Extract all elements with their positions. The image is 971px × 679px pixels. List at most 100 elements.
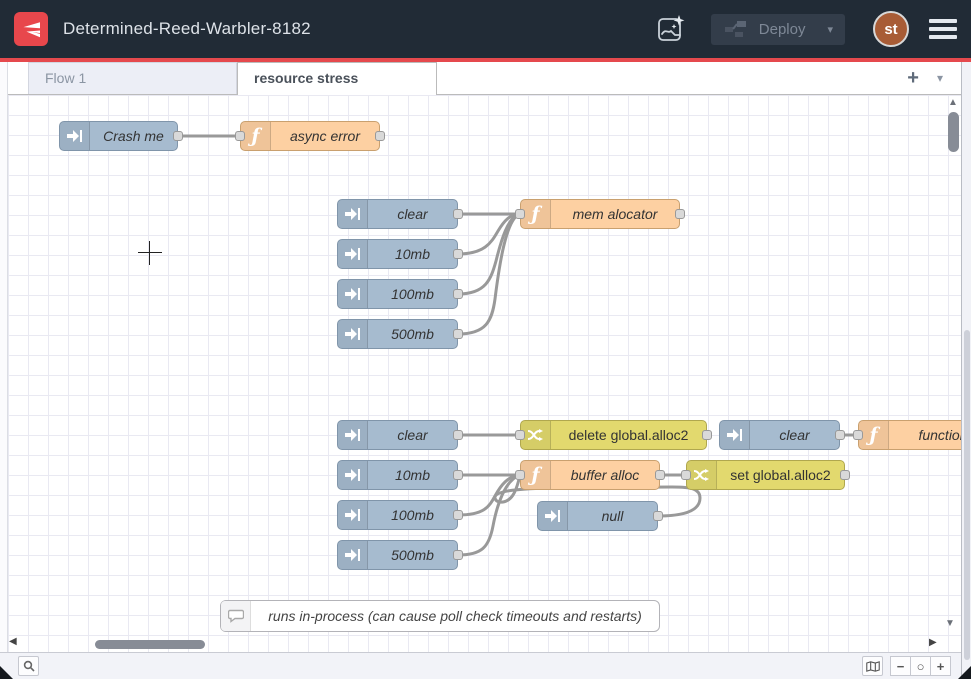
zoom-reset-button[interactable]: ○ <box>910 656 931 676</box>
corner-resize-handle-left <box>0 666 13 679</box>
user-avatar[interactable]: st <box>873 11 909 47</box>
inject-icon <box>60 122 90 150</box>
vscroll-thumb[interactable] <box>948 112 959 152</box>
inject-icon <box>538 502 568 530</box>
input-port[interactable] <box>681 470 691 480</box>
search-flows-button[interactable] <box>18 656 39 676</box>
output-port[interactable] <box>702 430 712 440</box>
inject-icon <box>338 200 368 228</box>
node-inject-null[interactable]: null <box>537 501 658 531</box>
node-function-function[interactable]: ƒ function <box>858 420 961 450</box>
change-icon <box>521 421 551 449</box>
node-inject-500mb-2[interactable]: 500mb <box>337 540 458 570</box>
output-port[interactable] <box>675 209 685 219</box>
app-logo-icon[interactable] <box>14 12 48 46</box>
output-port[interactable] <box>655 470 665 480</box>
input-port[interactable] <box>853 430 863 440</box>
output-port[interactable] <box>840 470 850 480</box>
node-label: clear <box>750 421 839 449</box>
node-label: buffer alloc <box>551 461 659 489</box>
output-port[interactable] <box>173 131 183 141</box>
page-scrollbar-thumb[interactable] <box>964 330 970 660</box>
workspace-tabbar: Flow 1 resource stress + ▾ <box>0 62 961 95</box>
hscroll-right-arrow[interactable]: ▶ <box>929 637 937 648</box>
flow-list-caret-icon[interactable]: ▾ <box>937 71 943 85</box>
header-bar: Determined-Reed-Warbler-8182 Deploy ▾ st <box>0 0 971 58</box>
zoom-in-button[interactable]: + <box>930 656 951 676</box>
function-icon: ƒ <box>859 421 889 449</box>
node-inject-clear-3[interactable]: clear <box>719 420 840 450</box>
hscroll-thumb[interactable] <box>95 640 205 649</box>
node-inject-100mb-2[interactable]: 100mb <box>337 500 458 530</box>
node-function-mem-alocator[interactable]: ƒ mem alocator <box>520 199 680 229</box>
output-port[interactable] <box>453 510 463 520</box>
node-label: 10mb <box>368 240 457 268</box>
node-change-set-global-alloc2[interactable]: set global.alloc2 <box>686 460 845 490</box>
tab-resource-stress[interactable]: resource stress <box>237 62 437 95</box>
function-icon: ƒ <box>521 200 551 228</box>
output-port[interactable] <box>453 209 463 219</box>
function-icon: ƒ <box>521 461 551 489</box>
node-function-buffer-alloc[interactable]: ƒ buffer alloc <box>520 460 660 490</box>
inject-icon <box>338 320 368 348</box>
node-change-delete-global-alloc2[interactable]: delete global.alloc2 <box>520 420 707 450</box>
node-comment[interactable]: runs in-process (can cause poll check ti… <box>220 600 660 632</box>
node-label: 100mb <box>368 280 457 308</box>
node-inject-100mb-1[interactable]: 100mb <box>337 279 458 309</box>
node-inject-10mb-2[interactable]: 10mb <box>337 460 458 490</box>
node-label: 100mb <box>368 501 457 529</box>
navigator-toggle-button[interactable] <box>862 656 883 676</box>
deploy-options-caret-icon[interactable]: ▾ <box>827 23 833 36</box>
crosshair-cursor <box>138 241 162 265</box>
node-inject-clear-1[interactable]: clear <box>337 199 458 229</box>
hscroll-left-arrow[interactable]: ◀ <box>9 636 17 647</box>
main-menu-icon[interactable] <box>929 19 957 39</box>
node-label: function <box>889 421 961 449</box>
output-port[interactable] <box>653 511 663 521</box>
input-port[interactable] <box>515 209 525 219</box>
node-label: null <box>568 502 657 530</box>
function-icon: ƒ <box>241 122 271 150</box>
output-port[interactable] <box>453 430 463 440</box>
output-port[interactable] <box>835 430 845 440</box>
vscroll-up-arrow[interactable]: ▲ <box>948 97 958 108</box>
footer-toolbar: − ○ + <box>0 652 961 679</box>
node-label: clear <box>368 200 457 228</box>
add-flow-button[interactable]: + <box>907 62 919 95</box>
node-inject-clear-2[interactable]: clear <box>337 420 458 450</box>
output-port[interactable] <box>453 329 463 339</box>
zoom-out-button[interactable]: − <box>890 656 911 676</box>
node-inject-crash-me[interactable]: Crash me <box>59 121 178 151</box>
wires-layer <box>8 95 961 652</box>
node-label: 10mb <box>368 461 457 489</box>
output-port[interactable] <box>453 249 463 259</box>
node-label: delete global.alloc2 <box>551 421 706 449</box>
vscroll-down-arrow[interactable]: ▼ <box>945 618 955 629</box>
node-red-editor: Determined-Reed-Warbler-8182 Deploy ▾ st <box>0 0 971 679</box>
node-label: 500mb <box>368 541 457 569</box>
node-label: Crash me <box>90 122 177 150</box>
inject-icon <box>720 421 750 449</box>
inject-icon <box>338 461 368 489</box>
input-port[interactable] <box>515 470 525 480</box>
input-port[interactable] <box>515 430 525 440</box>
deploy-button[interactable]: Deploy ▾ <box>711 14 845 45</box>
instance-title: Determined-Reed-Warbler-8182 <box>63 19 311 39</box>
output-port[interactable] <box>453 289 463 299</box>
output-port[interactable] <box>375 131 385 141</box>
node-label: async error <box>271 122 379 150</box>
tab-flow-1[interactable]: Flow 1 <box>28 62 237 94</box>
output-port[interactable] <box>453 550 463 560</box>
flow-canvas[interactable]: Crash me ƒ async error clear 10mb <box>8 95 961 652</box>
node-inject-500mb-1[interactable]: 500mb <box>337 319 458 349</box>
output-port[interactable] <box>453 470 463 480</box>
node-label: set global.alloc2 <box>717 461 844 489</box>
input-port[interactable] <box>235 131 245 141</box>
ai-assistant-icon[interactable] <box>653 11 689 47</box>
node-label: clear <box>368 421 457 449</box>
node-inject-10mb-1[interactable]: 10mb <box>337 239 458 269</box>
node-function-async-error[interactable]: ƒ async error <box>240 121 380 151</box>
comment-icon <box>221 601 251 631</box>
palette-edge-strip <box>0 62 8 652</box>
page-scrollbar-track[interactable] <box>961 62 971 679</box>
